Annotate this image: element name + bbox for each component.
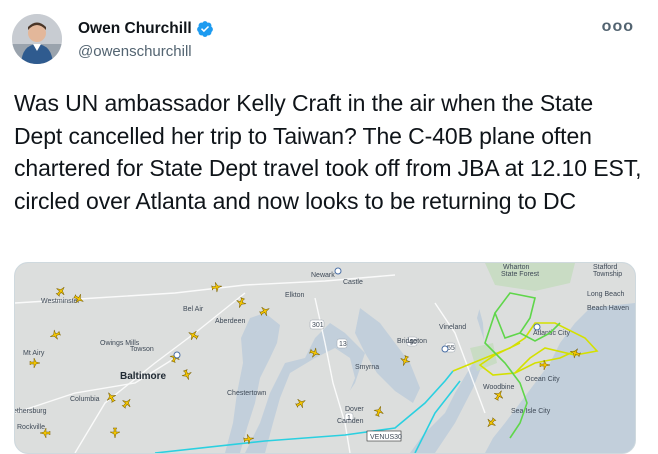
place-label: Columbia (70, 396, 100, 403)
place-label: Woodbine (483, 384, 515, 391)
map-pin-icon (441, 345, 449, 353)
place-label-city: Baltimore (120, 371, 167, 382)
map-pin-icon (334, 267, 342, 275)
place-label: Beach Haven (587, 305, 629, 312)
place-label: Bridgeton (397, 338, 427, 345)
more-options-icon[interactable]: ooo (602, 18, 634, 36)
author-display-name[interactable]: Owen Churchill (78, 20, 192, 38)
place-label: Mt Airy (23, 350, 45, 357)
place-label: Wharton (503, 264, 530, 271)
map-pin-icon (533, 323, 541, 331)
place-label: Newark (311, 272, 335, 279)
tweet: Owen Churchill @owenschurchill ooo Was U… (0, 0, 658, 454)
place-label: Dover (345, 406, 364, 413)
place-label: Ocean City (525, 376, 560, 383)
place-label: Towson (130, 346, 154, 353)
avatar-image (12, 14, 62, 64)
author-name-row: Owen Churchill (78, 20, 214, 38)
place-label: Smyrna (355, 364, 379, 371)
place-label: Rockville (17, 424, 45, 431)
avatar[interactable] (12, 14, 62, 64)
place-label: Long Beach (587, 291, 624, 298)
road-label: 301 (312, 322, 324, 329)
map-pin-icon (173, 351, 181, 359)
verified-badge-icon (196, 20, 214, 38)
place-label: Bel Air (183, 306, 204, 313)
flight-map: 301 13 40 55 1 Wharton State Forest Staf… (15, 263, 635, 453)
place-label: Stafford (593, 264, 617, 271)
flight-map-image[interactable]: 301 13 40 55 1 Wharton State Forest Staf… (14, 262, 636, 454)
place-label: Chestertown (227, 390, 266, 397)
road-label: 13 (339, 341, 347, 348)
place-label: State Forest (501, 271, 539, 278)
tweet-text: Was UN ambassador Kelly Craft in the air… (14, 90, 642, 214)
place-label: ethersburg (15, 408, 47, 415)
place-label: Castle (343, 279, 363, 286)
author-handle[interactable]: @owenschurchill (78, 43, 192, 60)
place-label: Sea Isle City (511, 408, 551, 415)
place-label: Vineland (439, 324, 466, 331)
flight-tag[interactable]: VENUS30 (366, 430, 402, 442)
place-label: Township (593, 271, 622, 278)
place-label: Westminster (41, 298, 80, 305)
place-label: Elkton (285, 292, 305, 299)
place-label: Camden (337, 418, 364, 425)
place-label: Aberdeen (215, 318, 245, 325)
